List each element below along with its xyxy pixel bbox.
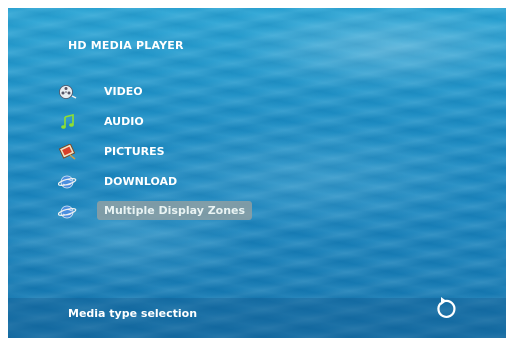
return-arrow-icon[interactable] bbox=[432, 294, 458, 320]
film-reel-icon bbox=[59, 85, 77, 99]
menu-item-video[interactable]: VIDEO bbox=[58, 82, 298, 104]
menu-item-pictures[interactable]: PICTURES bbox=[58, 142, 298, 164]
menu-item-multiple-display-zones[interactable]: Multiple Display Zones bbox=[58, 201, 298, 224]
media-player-screen: HD MEDIA PLAYER VIDEO AUDIO PICTURES DOW… bbox=[8, 8, 506, 338]
globe-icon bbox=[58, 205, 77, 219]
status-text: Media type selection bbox=[68, 307, 198, 320]
menu-item-label: DOWNLOAD bbox=[104, 175, 178, 188]
menu-item-label: AUDIO bbox=[104, 115, 144, 128]
music-note-icon bbox=[61, 114, 74, 129]
menu-item-audio[interactable]: AUDIO bbox=[58, 112, 298, 134]
globe-icon bbox=[58, 175, 77, 189]
menu-item-label: PICTURES bbox=[104, 145, 165, 158]
menu-item-label: Multiple Display Zones bbox=[97, 201, 253, 220]
picture-icon bbox=[58, 144, 76, 160]
app-title: HD MEDIA PLAYER bbox=[68, 39, 184, 52]
menu-item-download[interactable]: DOWNLOAD bbox=[58, 172, 298, 194]
menu-item-label: VIDEO bbox=[104, 85, 143, 98]
